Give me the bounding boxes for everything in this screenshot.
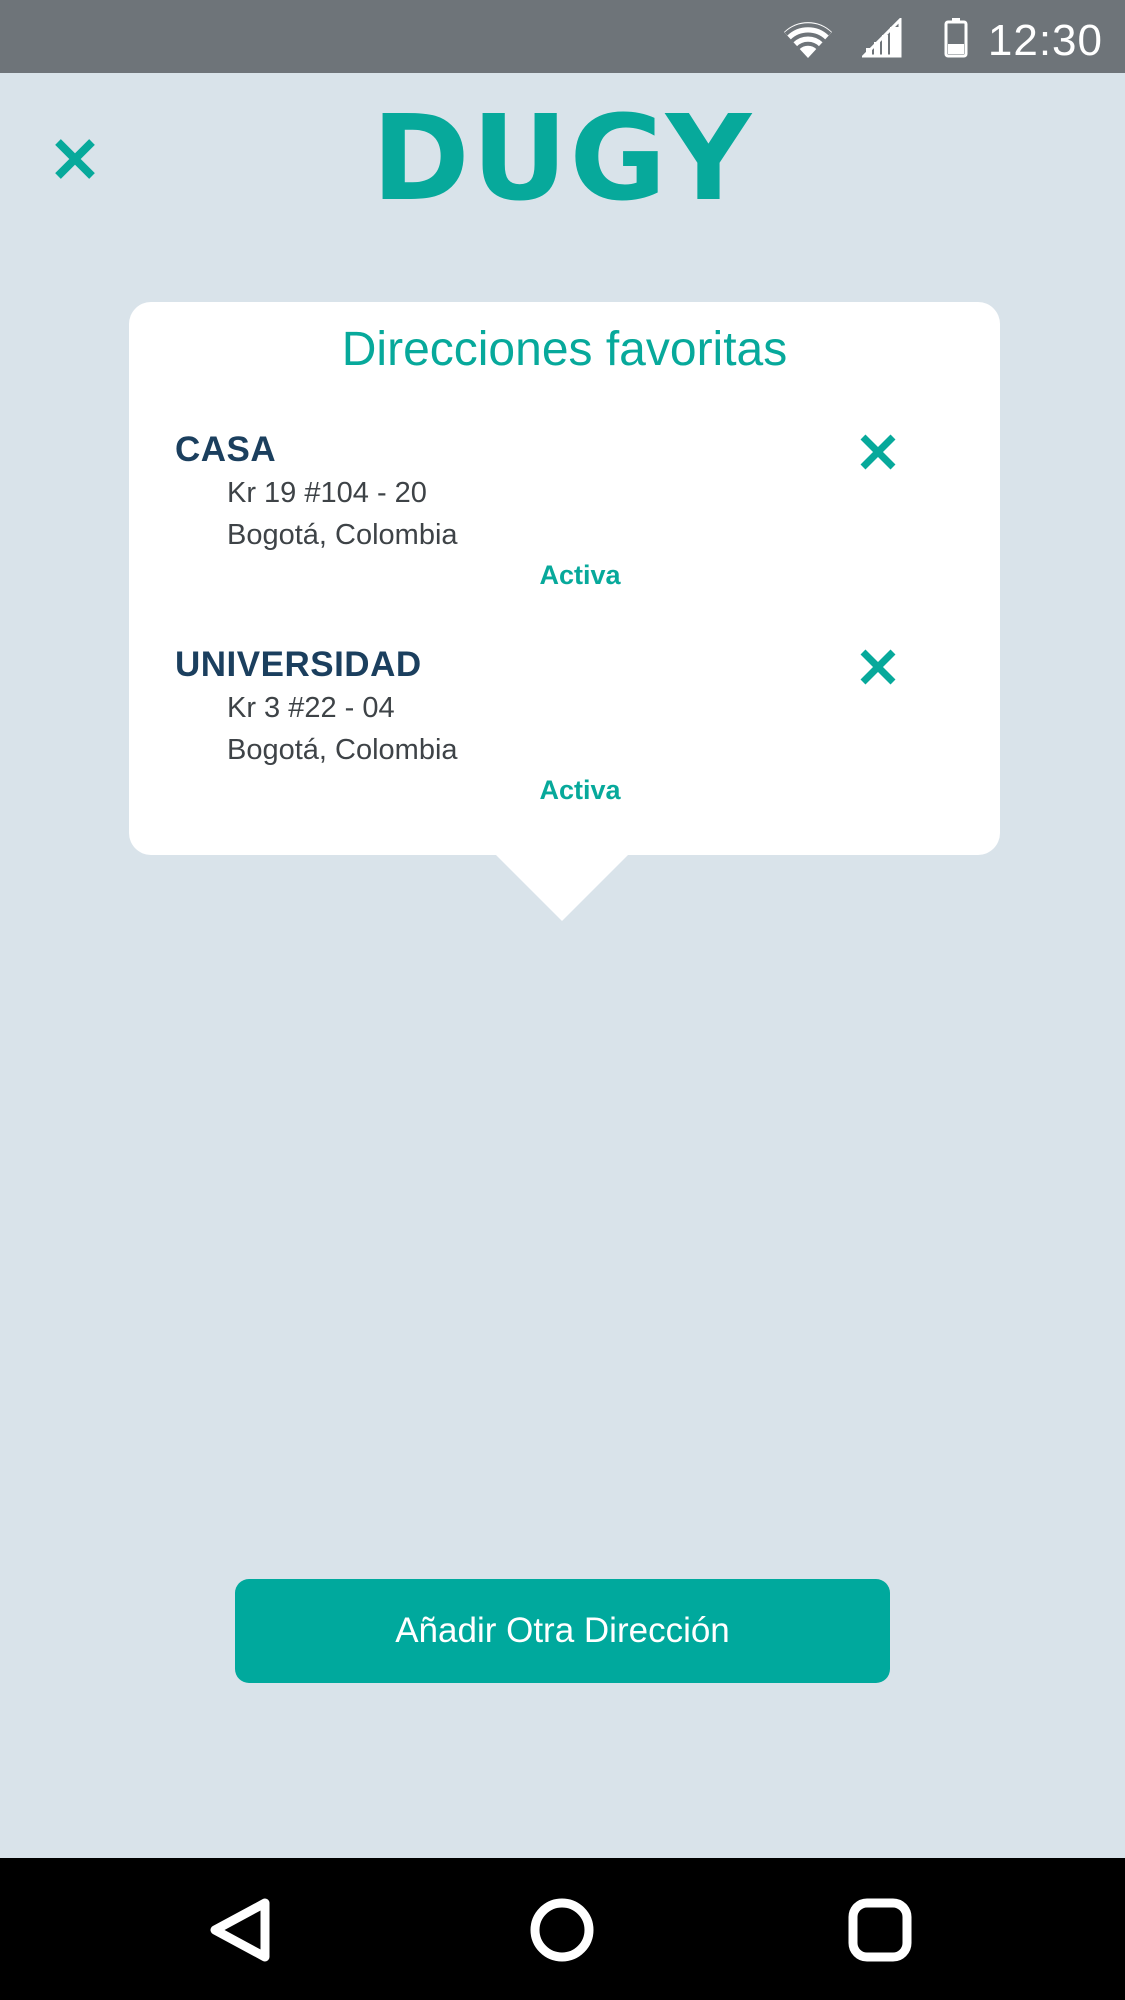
address-street: Kr 19 #104 - 20 [227,477,427,509]
system-nav-bar [0,1858,1125,2000]
address-name: CASA [175,430,277,469]
close-icon [860,434,896,470]
add-address-button[interactable]: Añadir Otra Dirección [235,1579,890,1683]
card-pointer [496,855,628,921]
address-status: Activa [175,560,955,591]
address-item[interactable]: UNIVERSIDAD Kr 3 #22 - 04 Bogotá, Colomb… [175,645,955,845]
signal-icon [862,18,902,58]
battery-icon [944,18,968,58]
remove-address-button[interactable] [853,642,903,692]
app-logo: DUGY [371,89,754,227]
address-city: Bogotá, Colombia [227,519,458,551]
address-status-label: Activa [539,560,621,590]
status-bar: 12:30 [0,0,1125,73]
home-icon[interactable] [517,1885,607,1975]
address-street: Kr 3 #22 - 04 [227,692,395,724]
card-title: Direcciones favoritas [341,323,788,376]
address-status: Activa [175,775,955,806]
address-city: Bogotá, Colombia [227,734,458,766]
close-icon [860,649,896,685]
wifi-icon [784,22,832,58]
back-icon[interactable] [197,1885,287,1975]
recents-icon[interactable] [835,1885,925,1975]
favorite-addresses-card: Direcciones favoritas CASA Kr 19 #104 - … [129,302,1000,855]
remove-address-button[interactable] [853,427,903,477]
address-status-label: Activa [539,775,621,805]
address-item[interactable]: CASA Kr 19 #104 - 20 Bogotá, Colombia Ac… [175,430,955,630]
clock: 12:30 [987,16,1103,65]
address-name: UNIVERSIDAD [175,645,422,684]
